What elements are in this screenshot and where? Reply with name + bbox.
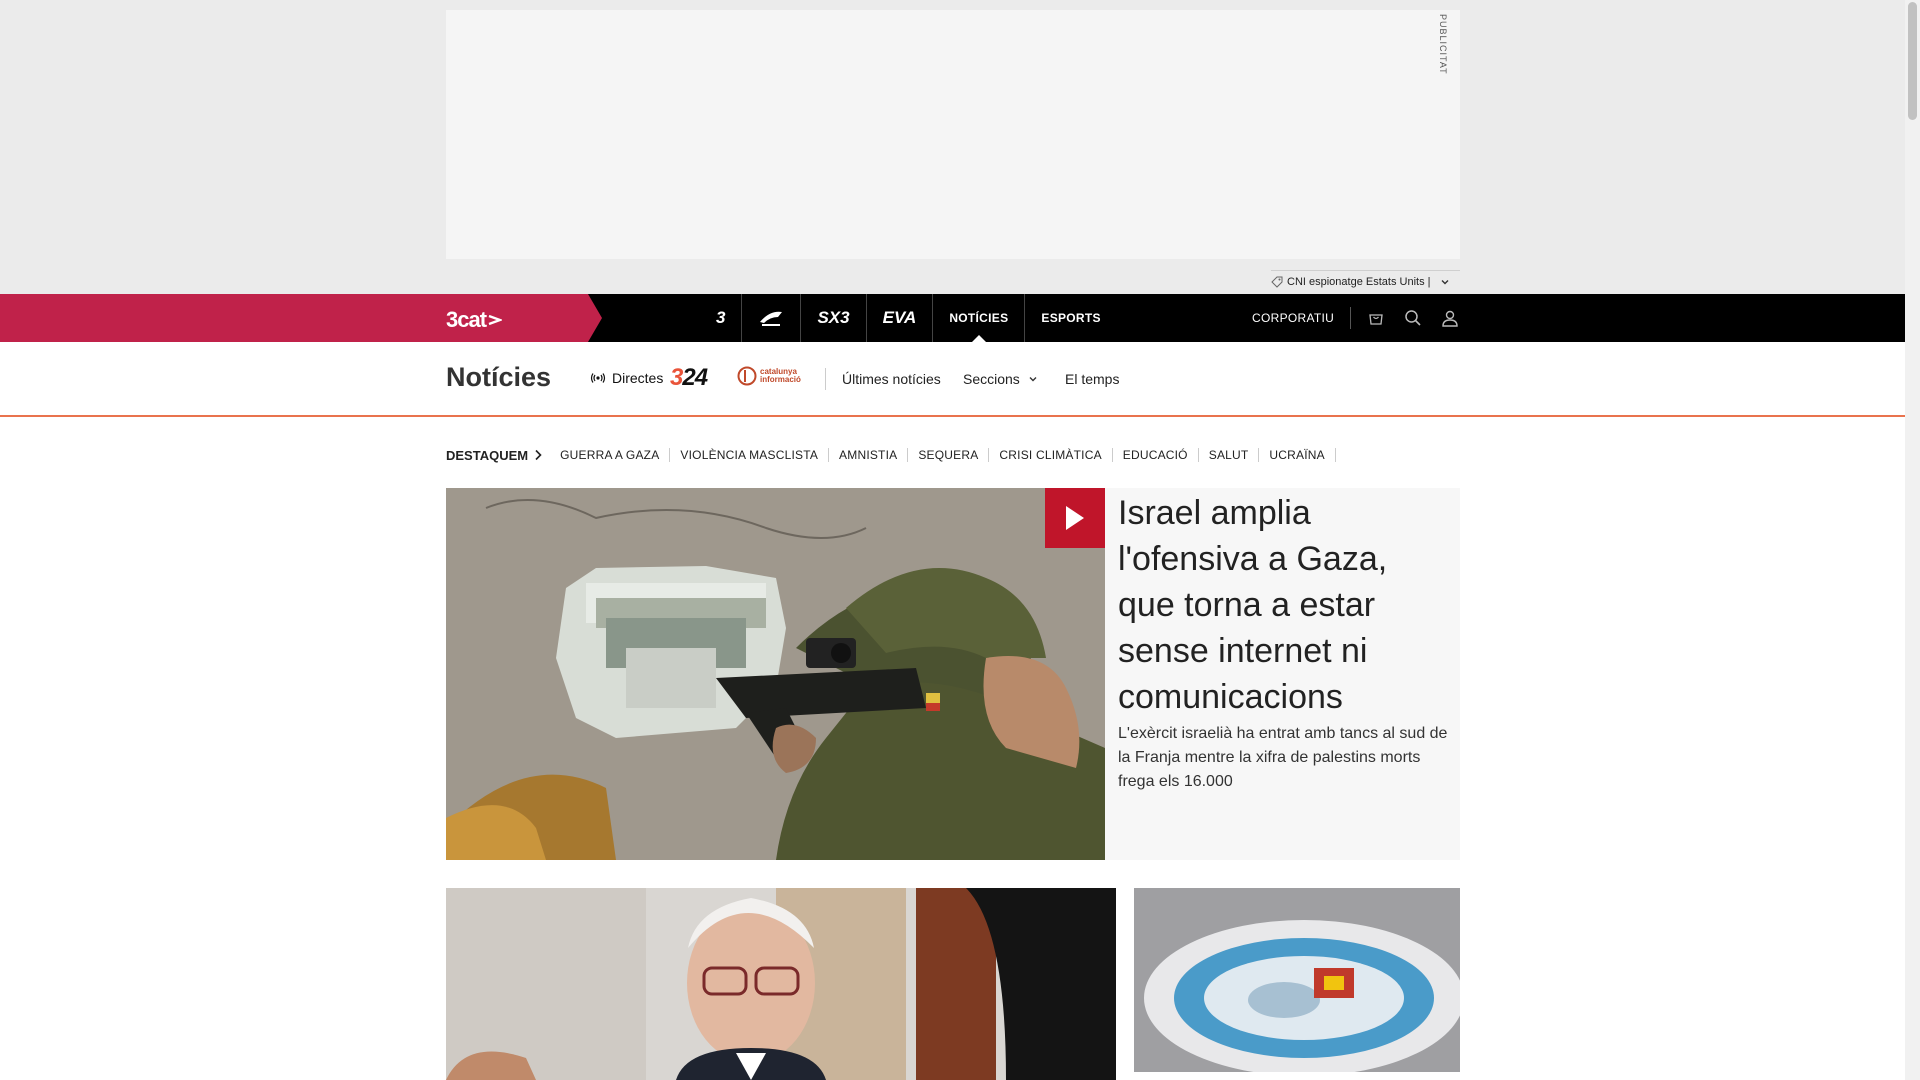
tab-esports[interactable]: ESPORTS: [1025, 294, 1116, 342]
ad-zone: PUBLICITAT CNI espionatge Estats Units |: [0, 0, 1905, 294]
catalunya-informacio-logo[interactable]: catalunya informació: [737, 366, 832, 386]
channel-sx3[interactable]: SX3: [801, 294, 867, 342]
ad-banner[interactable]: [446, 10, 1460, 259]
section-bar: Notícies Directes 324 catalunya informac…: [0, 342, 1905, 417]
highlight-tag-violencia-masclista[interactable]: VIOLÈNCIA MASCLISTA: [670, 448, 830, 462]
channel-eva[interactable]: EVA: [867, 294, 934, 342]
brand-arrow-icon: [488, 314, 503, 326]
highlight-tag-amnistia[interactable]: AMNISTIA: [829, 448, 909, 462]
scrollbar[interactable]: [1905, 0, 1920, 1080]
tab-noticies-label: NOTÍCIES: [949, 311, 1009, 325]
ad-topic-tag[interactable]: CNI espionatge Estats Units |: [1271, 270, 1460, 293]
tab-noticies[interactable]: NOTÍCIES: [933, 294, 1026, 342]
politician-photo: [446, 888, 1116, 1080]
ad-topic-text: CNI espionatge Estats Units |: [1287, 276, 1431, 288]
directes-label: Directes: [612, 370, 664, 386]
hero-article[interactable]: Israel amplia l'ofensiva a Gaza, que tor…: [446, 488, 1460, 860]
chevron-down-icon: [1029, 377, 1037, 382]
hero-image[interactable]: [446, 488, 1105, 860]
highlight-tag-salut[interactable]: SALUT: [1199, 448, 1260, 462]
chevron-right-icon: [535, 449, 542, 461]
highlights-bar: DESTAQUEM GUERRA A GAZA VIOLÈNCIA MASCLI…: [446, 444, 1336, 466]
tab-esports-label: ESPORTS: [1041, 311, 1101, 325]
highlight-tag-educacio[interactable]: EDUCACIÓ: [1113, 448, 1199, 462]
cni-emblem-photo: [1134, 888, 1460, 1072]
section-divider: [825, 368, 826, 390]
scrollbar-thumb[interactable]: [1908, 2, 1917, 120]
story-card-image[interactable]: [1134, 888, 1460, 1072]
catradio-logo-icon: [760, 311, 783, 326]
play-video-button[interactable]: [1045, 488, 1105, 548]
seccions-dropdown[interactable]: Seccions: [963, 371, 1038, 387]
highlight-tag-crisi-climatica[interactable]: CRISI CLIMÀTICA: [989, 448, 1113, 462]
chevron-down-icon[interactable]: [1440, 277, 1450, 287]
3cat-logo[interactable]: 3cat: [446, 307, 503, 333]
tag-icon: [1271, 276, 1283, 288]
destaquem-link[interactable]: DESTAQUEM: [446, 448, 542, 463]
play-icon: [1066, 506, 1084, 530]
catalunya-informacio-icon: [737, 366, 757, 386]
tv3-logo-icon: 3: [716, 308, 726, 327]
highlight-tag-sequera[interactable]: SEQUERA: [908, 448, 990, 462]
sx3-logo-icon: SX3: [817, 308, 850, 327]
hero-headline[interactable]: Israel amplia l'ofensiva a Gaza, que tor…: [1118, 490, 1448, 720]
search-button[interactable]: [1394, 294, 1431, 342]
story-card-image[interactable]: [446, 888, 1116, 1080]
search-icon: [1404, 310, 1421, 326]
brand-block: 3cat: [0, 294, 602, 342]
channel-list: 3 SX3 EVA NOTÍCIES ESPORTS: [700, 294, 1117, 342]
directes-link[interactable]: Directes: [590, 370, 663, 386]
top-navigation: 3cat 3 SX3 EVA NOTÍCIES ESPORTS CORPORAT…: [0, 294, 1905, 342]
user-icon: [1441, 310, 1458, 327]
corporatiu-link[interactable]: CORPORATIU: [1238, 307, 1352, 329]
right-navigation: CORPORATIU: [1238, 294, 1468, 342]
highlight-tag-guerra-a-gaza[interactable]: GUERRA A GAZA: [560, 448, 671, 462]
channel-catradio[interactable]: [742, 294, 802, 342]
user-button[interactable]: [1431, 294, 1468, 342]
destaquem-label: DESTAQUEM: [446, 447, 529, 463]
hero-summary: L'exèrcit israelià ha entrat amb tancs a…: [1118, 725, 1448, 790]
shopping-bag-icon: [1368, 314, 1383, 325]
channel-tv3[interactable]: 3: [700, 294, 743, 342]
seccions-label: Seccions: [963, 371, 1020, 387]
catalunya-informacio-text: catalunya informació: [760, 367, 801, 384]
soldier-photo: [446, 488, 1105, 860]
brand-text: 3cat: [446, 307, 487, 332]
page-title[interactable]: Notícies: [446, 362, 551, 393]
el-temps-link[interactable]: El temps: [1065, 371, 1119, 387]
324-logo-b: 24: [682, 364, 708, 391]
shopping-bag-button[interactable]: [1357, 294, 1394, 342]
324-logo[interactable]: 324: [670, 364, 708, 392]
ultimes-noticies-link[interactable]: Últimes notícies: [842, 371, 941, 387]
ad-label: PUBLICITAT: [1438, 14, 1448, 75]
broadcast-icon: [590, 373, 606, 383]
highlight-tag-ucraina[interactable]: UCRAÏNA: [1259, 448, 1336, 462]
eva-logo-icon: EVA: [882, 308, 917, 327]
324-logo-a: 3: [670, 364, 683, 391]
